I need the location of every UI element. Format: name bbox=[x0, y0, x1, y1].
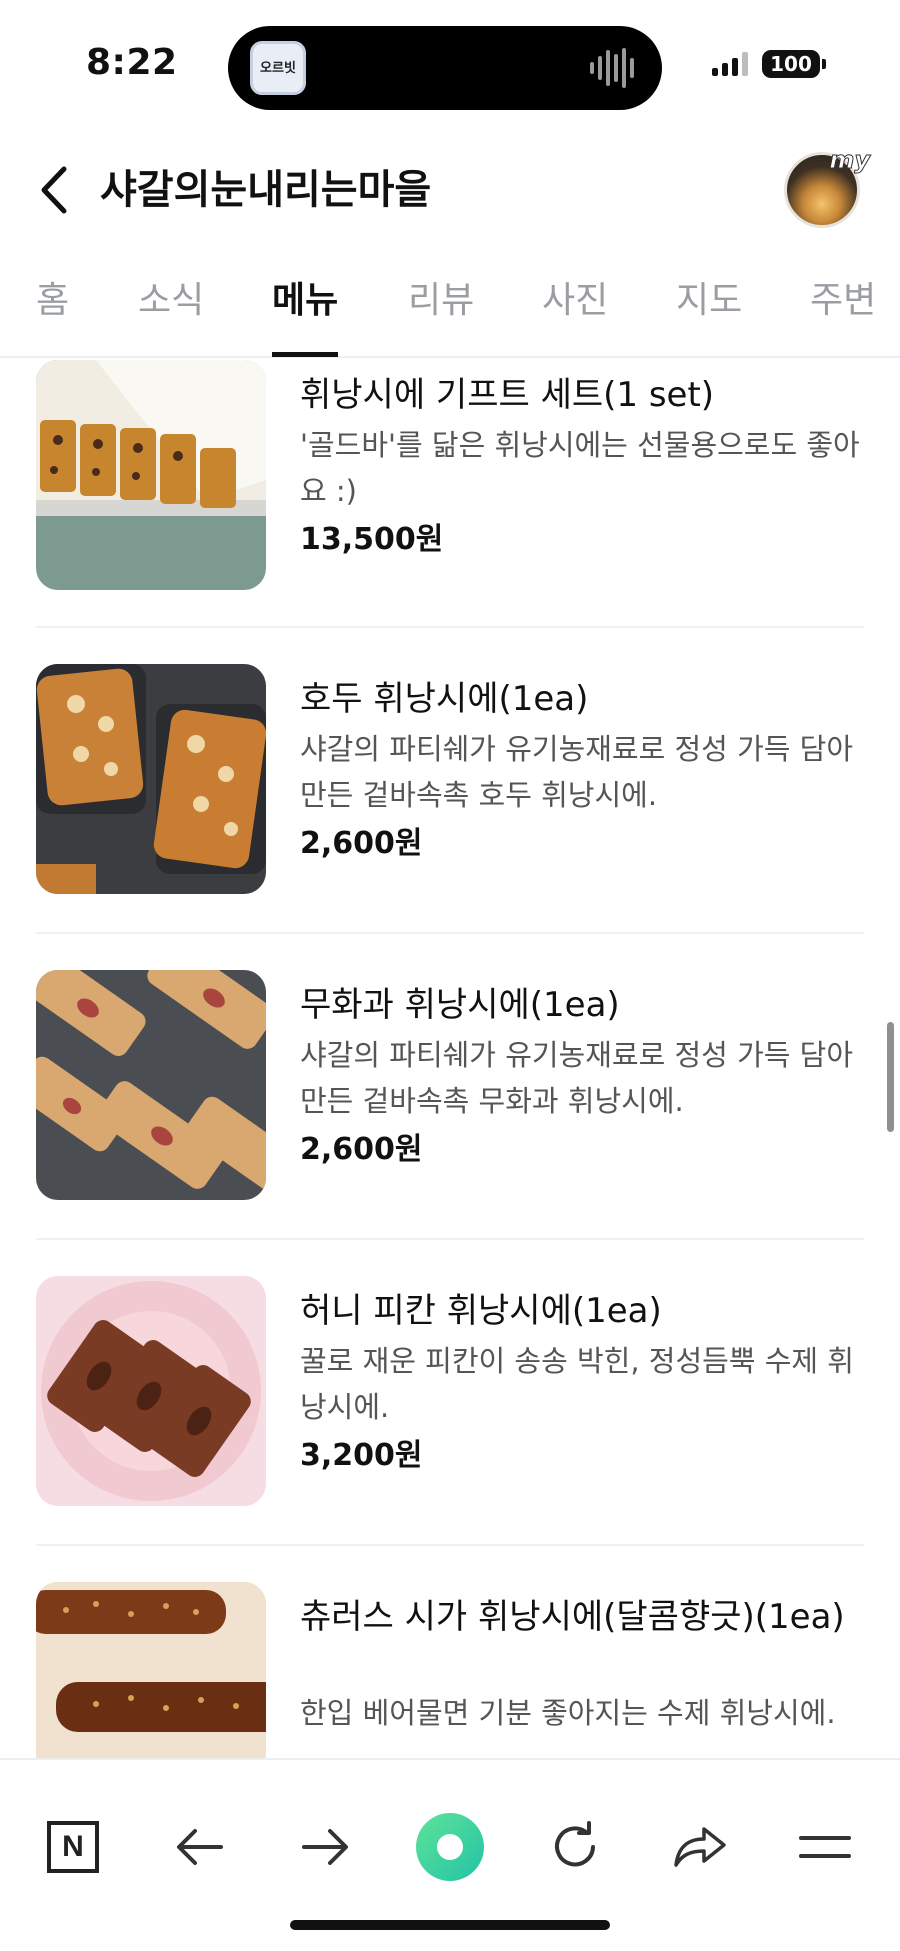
tab-nearby[interactable]: 주변 bbox=[810, 276, 876, 326]
scrollbar[interactable] bbox=[887, 1022, 894, 1132]
island-app-label: 오르빗 bbox=[260, 60, 296, 76]
divider bbox=[36, 1544, 864, 1546]
status-right: 100 bbox=[712, 50, 826, 78]
menu-item[interactable]: 무화과 휘낭시에(1ea) 샤갈의 파티쉐가 유기농재료로 정성 가득 담아 만… bbox=[36, 970, 864, 1275]
menu-item[interactable]: 호두 휘낭시에(1ea) 샤갈의 파티쉐가 유기농재료로 정성 가득 담아 만든… bbox=[36, 664, 864, 969]
active-tab-indicator bbox=[272, 352, 338, 357]
forward-icon bbox=[302, 1829, 348, 1865]
menu-item-description: 샤갈의 파티쉐가 유기농재료로 정성 가득 담아 만든 겉바속촉 무화과 휘낭시… bbox=[300, 1038, 854, 1118]
menu-item-name: 휘낭시에 기프트 세트(1 set) bbox=[300, 375, 715, 415]
menu-item-description: 꿀로 재운 피칸이 송송 박힌, 정성듬뿍 수제 휘낭시에. bbox=[300, 1344, 854, 1424]
green-dot-button[interactable] bbox=[415, 1812, 485, 1882]
browser-back-button[interactable] bbox=[165, 1812, 235, 1882]
tab-photo[interactable]: 사진 bbox=[542, 276, 608, 326]
bottom-toolbar: N bbox=[0, 1758, 900, 1951]
naver-home-icon: N bbox=[47, 1821, 99, 1873]
waveform-icon bbox=[590, 48, 634, 88]
naver-home-button[interactable]: N bbox=[38, 1812, 108, 1882]
tab-review[interactable]: 리뷰 bbox=[408, 276, 474, 326]
menu-item[interactable]: 츄러스 시가 휘낭시에(달콤향긋)(1ea) 한입 베어물면 기분 좋아지는 수… bbox=[36, 1582, 864, 1758]
green-dot-icon bbox=[416, 1813, 484, 1881]
browser-forward-button[interactable] bbox=[290, 1812, 360, 1882]
dynamic-island: 오르빗 bbox=[228, 26, 662, 110]
menu-item-photo bbox=[36, 360, 266, 590]
share-button[interactable] bbox=[665, 1812, 735, 1882]
menu-item-name: 허니 피칸 휘낭시에(1ea) bbox=[300, 1291, 662, 1331]
menu-item-price: 13,500원 bbox=[300, 522, 444, 557]
refresh-icon bbox=[555, 1821, 595, 1867]
menu-item[interactable]: 허니 피칸 휘낭시에(1ea) 꿀로 재운 피칸이 송송 박힌, 정성듬뿍 수제… bbox=[36, 1276, 864, 1581]
signal-icon bbox=[712, 52, 748, 76]
menu-item-description: 한입 베어물면 기분 좋아지는 수제 휘낭시에. bbox=[300, 1696, 836, 1730]
divider bbox=[36, 1238, 864, 1240]
menu-item-price: 2,600원 bbox=[300, 826, 423, 861]
refresh-button[interactable] bbox=[540, 1812, 610, 1882]
menu-icon bbox=[799, 1836, 851, 1858]
menu-item-name: 호두 휘낭시에(1ea) bbox=[300, 679, 589, 719]
divider bbox=[36, 932, 864, 934]
menu-item-photo bbox=[36, 664, 266, 894]
menu-item-description: '골드바'를 닮은 휘낭시에는 선물용으로도 좋아요 :) bbox=[300, 428, 860, 508]
battery-level: 100 bbox=[770, 52, 812, 76]
status-time: 8:22 bbox=[86, 42, 178, 83]
menu-item-name: 츄러스 시가 휘낭시에(달콤향긋)(1ea) bbox=[300, 1597, 845, 1637]
menu-list[interactable]: 휘낭시에 기프트 세트(1 set) '골드바'를 닮은 휘낭시에는 선물용으로… bbox=[0, 358, 900, 1758]
back-icon bbox=[177, 1829, 223, 1865]
tab-news[interactable]: 소식 bbox=[138, 276, 204, 326]
menu-item-price: 2,600원 bbox=[300, 1132, 423, 1167]
status-bar: 8:22 오르빗 100 bbox=[0, 0, 900, 130]
menu-item-photo bbox=[36, 1276, 266, 1506]
tab-bar: 홈 소식 메뉴 리뷰 사진 지도 주변 bbox=[0, 262, 900, 358]
my-badge: my bbox=[829, 146, 871, 175]
tab-home[interactable]: 홈 bbox=[36, 276, 69, 326]
divider bbox=[36, 626, 864, 628]
menu-item-description: 샤갈의 파티쉐가 유기농재료로 정성 가득 담아 만든 겉바속촉 호두 휘낭시에… bbox=[300, 732, 854, 812]
naver-n-label: N bbox=[62, 1830, 84, 1863]
back-button[interactable] bbox=[26, 162, 82, 218]
menu-item-price: 3,200원 bbox=[300, 1438, 423, 1473]
menu-item-name: 무화과 휘낭시에(1ea) bbox=[300, 985, 620, 1025]
menu-item[interactable]: 휘낭시에 기프트 세트(1 set) '골드바'를 닮은 휘낭시에는 선물용으로… bbox=[36, 360, 864, 665]
menu-item-photo bbox=[36, 1582, 266, 1758]
home-indicator bbox=[290, 1920, 610, 1930]
battery-icon: 100 bbox=[762, 50, 826, 78]
header: 샤갈의눈내리는마을 my bbox=[0, 140, 900, 240]
island-app-icon: 오르빗 bbox=[250, 41, 306, 95]
menu-item-photo bbox=[36, 970, 266, 1200]
tab-menu[interactable]: 메뉴 bbox=[272, 276, 338, 326]
back-arrow-icon bbox=[41, 166, 67, 214]
menu-button[interactable] bbox=[790, 1812, 860, 1882]
share-icon bbox=[674, 1827, 726, 1867]
page-title: 샤갈의눈내리는마을 bbox=[100, 167, 432, 213]
tab-map[interactable]: 지도 bbox=[676, 276, 742, 326]
